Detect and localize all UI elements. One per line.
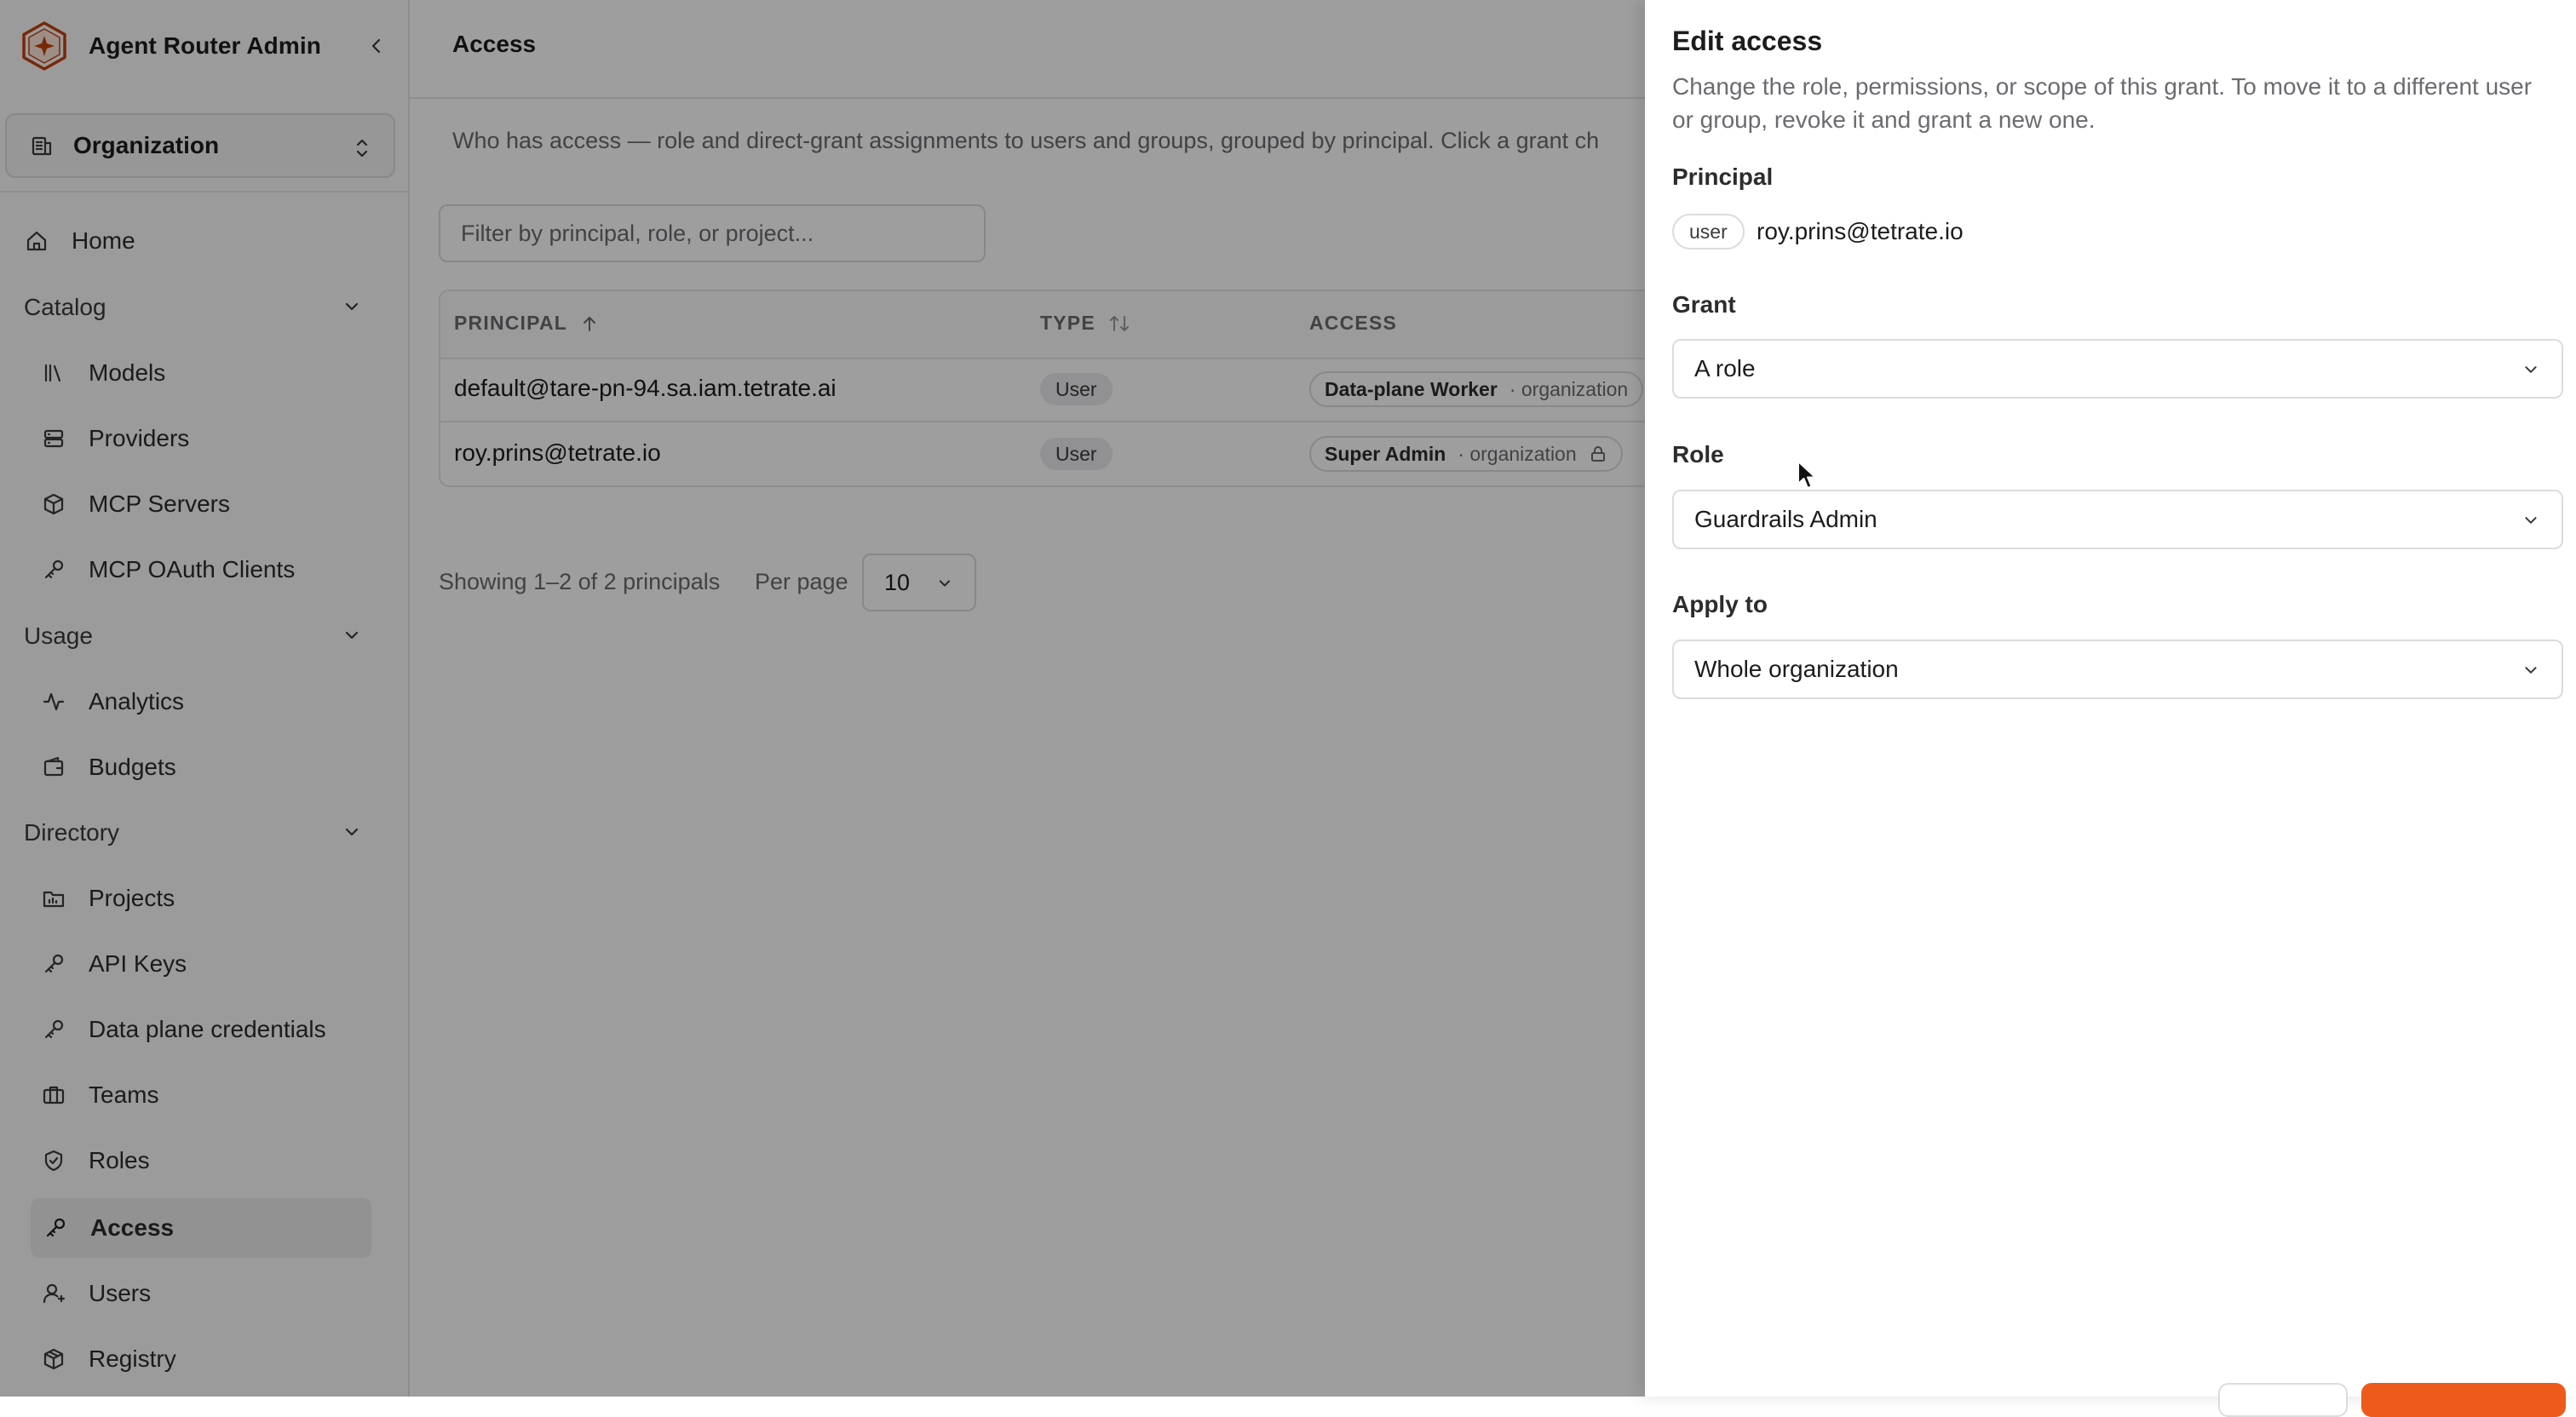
role-select-value: Guardrails Admin [1694, 506, 1877, 532]
chevron-down-icon [2525, 667, 2537, 674]
principal-label: Principal [1672, 164, 1774, 190]
principal-email: roy.prins@tetrate.io [1757, 218, 1964, 244]
chevron-down-icon [2525, 517, 2537, 524]
chevron-down-icon [2525, 366, 2537, 373]
grant-label: Grant [1672, 291, 1736, 318]
apply-to-select[interactable]: Whole organization [1672, 640, 2563, 699]
principal-type-badge: user [1672, 214, 1745, 250]
role-label: Role [1672, 441, 1724, 468]
cancel-button[interactable] [2218, 1383, 2348, 1417]
cursor-icon [1797, 461, 1816, 489]
save-button[interactable] [2361, 1383, 2566, 1417]
apply-to-select-value: Whole organization [1694, 656, 1899, 682]
drawer-title: Edit access [1672, 26, 1823, 56]
modal-overlay[interactable] [0, 0, 1645, 1397]
drawer-description: Change the role, permissions, or scope o… [1672, 73, 2533, 133]
role-select[interactable]: Guardrails Admin [1672, 490, 2563, 549]
grant-select[interactable]: A role [1672, 339, 2563, 399]
edit-access-drawer: Edit access Change the role, permissions… [1645, 0, 2576, 1397]
apply-to-label: Apply to [1672, 591, 1768, 617]
grant-select-value: A role [1694, 355, 1756, 382]
